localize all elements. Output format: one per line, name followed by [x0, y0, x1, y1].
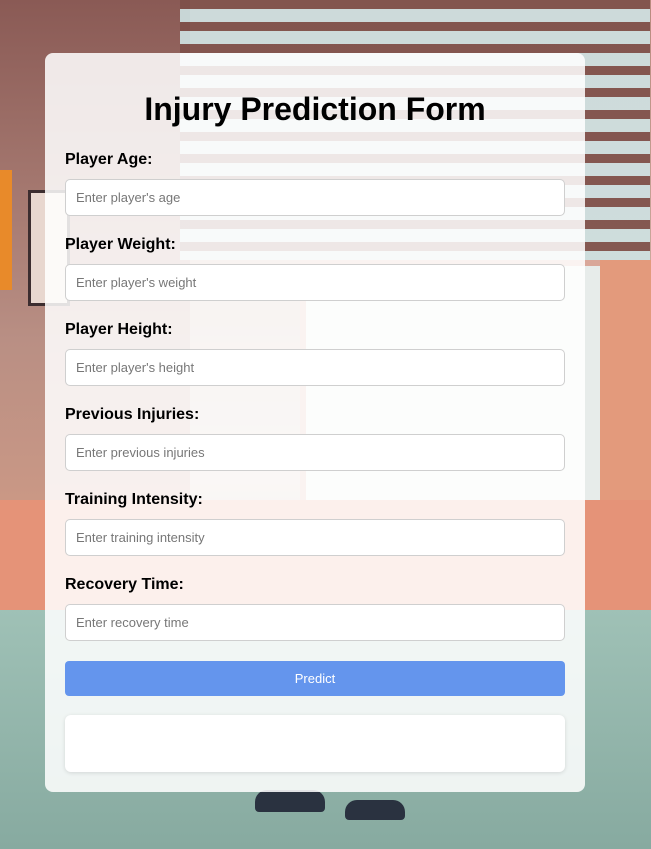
training-intensity-group: Training Intensity:	[65, 490, 565, 556]
injury-form-card: Injury Prediction Form Player Age: Playe…	[45, 53, 585, 792]
prediction-result-box	[65, 715, 565, 772]
player-height-input[interactable]	[65, 349, 565, 386]
page-title: Injury Prediction Form	[144, 91, 486, 127]
player-age-input[interactable]	[65, 179, 565, 216]
training-intensity-label: Training Intensity:	[65, 491, 203, 508]
player-age-label: Player Age:	[65, 151, 153, 168]
player-weight-group: Player Weight:	[65, 235, 565, 301]
player-height-label: Player Height:	[65, 321, 173, 338]
recovery-time-label: Recovery Time:	[65, 576, 184, 593]
training-intensity-input[interactable]	[65, 519, 565, 556]
recovery-time-input[interactable]	[65, 604, 565, 641]
player-age-group: Player Age:	[65, 150, 565, 216]
previous-injuries-input[interactable]	[65, 434, 565, 471]
player-weight-input[interactable]	[65, 264, 565, 301]
previous-injuries-label: Previous Injuries:	[65, 406, 200, 423]
player-weight-label: Player Weight:	[65, 236, 176, 253]
previous-injuries-group: Previous Injuries:	[65, 405, 565, 471]
recovery-time-group: Recovery Time:	[65, 575, 565, 641]
predict-button[interactable]: Predict	[65, 661, 565, 696]
player-height-group: Player Height:	[65, 320, 565, 386]
